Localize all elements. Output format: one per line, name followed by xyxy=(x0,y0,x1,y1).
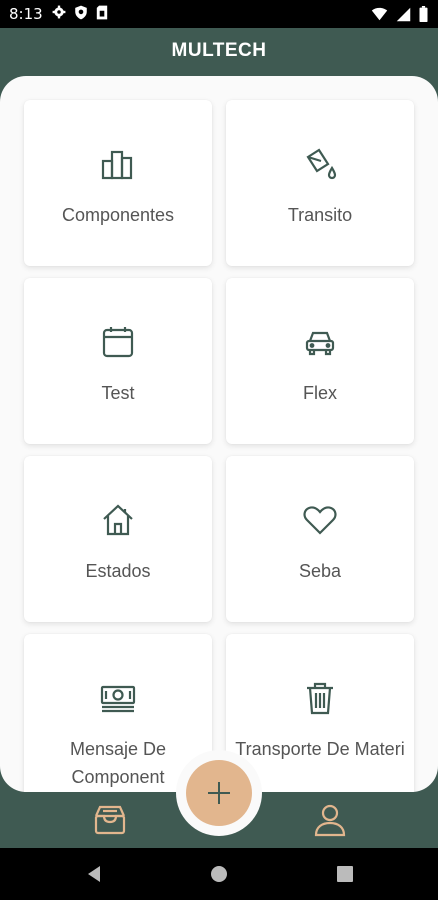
battery-icon xyxy=(419,6,428,22)
signal-icon xyxy=(396,7,411,21)
menu-card-estados[interactable]: Estados xyxy=(24,456,212,622)
menu-card-label: Transporte De Materi xyxy=(235,739,405,759)
add-button[interactable] xyxy=(186,760,252,826)
wifi-icon xyxy=(371,7,388,21)
app-title: MULTECH xyxy=(171,40,267,61)
gear-icon xyxy=(52,5,66,19)
back-icon[interactable] xyxy=(84,864,104,884)
home-icon xyxy=(103,504,133,536)
paint-bucket-icon xyxy=(306,148,337,180)
recents-icon[interactable] xyxy=(335,864,355,884)
home-circle-icon[interactable] xyxy=(209,864,229,884)
status-time: 8:13 xyxy=(9,5,43,23)
menu-card-test[interactable]: Test xyxy=(24,278,212,444)
menu-card-componentes[interactable]: Componentes xyxy=(24,100,212,266)
android-nav-bar xyxy=(0,848,438,900)
menu-card-flex[interactable]: Flex xyxy=(226,278,414,444)
status-bar: 8:13 xyxy=(0,0,438,28)
inbox-icon[interactable] xyxy=(92,802,128,838)
app-screen: MULTECH Componentes Transito Test Flex E… xyxy=(0,28,438,848)
user-icon[interactable] xyxy=(312,802,348,838)
sim-card-icon xyxy=(96,5,108,20)
plus-icon xyxy=(208,782,230,804)
heart-icon xyxy=(303,506,337,535)
menu-card-label: Transito xyxy=(287,205,353,225)
calendar-icon xyxy=(102,327,134,358)
menu-card-label: Flex xyxy=(302,383,337,403)
money-icon xyxy=(100,685,136,713)
building-icon xyxy=(101,150,133,180)
trash-icon xyxy=(307,682,333,715)
menu-card-label: Componentes xyxy=(61,205,175,225)
menu-card-label: Seba xyxy=(298,561,342,581)
menu-card-seba[interactable]: Seba xyxy=(226,456,414,622)
menu-grid: Componentes Transito Test Flex Estados S… xyxy=(0,76,438,792)
menu-card-transito[interactable]: Transito xyxy=(226,100,414,266)
menu-card-label: Test xyxy=(101,383,135,403)
shield-icon xyxy=(75,5,87,20)
menu-card-label: Estados xyxy=(85,561,151,581)
car-icon xyxy=(305,331,335,356)
